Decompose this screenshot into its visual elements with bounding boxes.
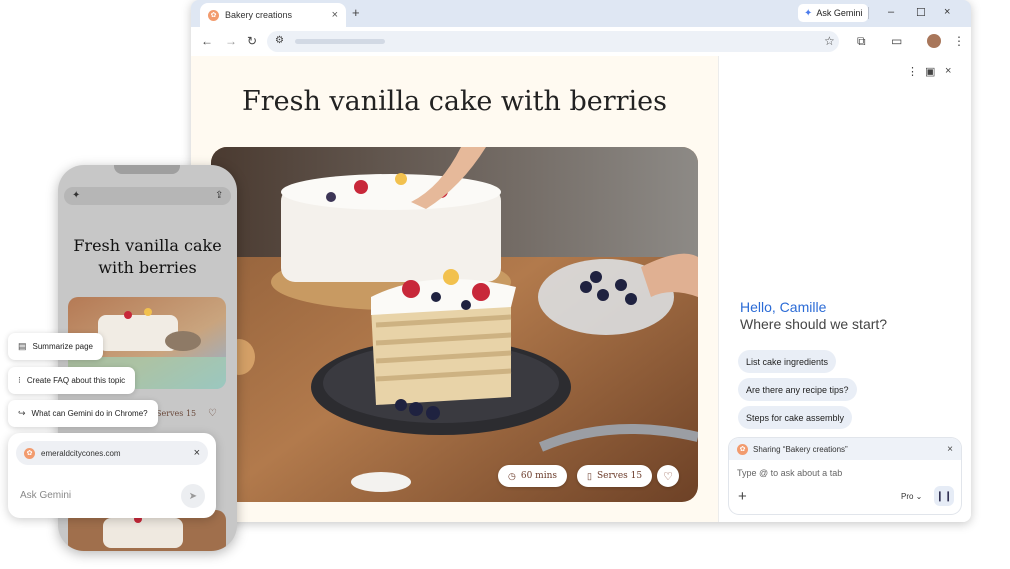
gemini-sparkle-icon: ✦ [804, 7, 813, 19]
gemini-prompt-input[interactable]: Type @ to ask about a tab [737, 468, 842, 478]
forward-arrow-icon[interactable]: → [225, 34, 237, 48]
arrow-reply-icon: ↪ [18, 408, 26, 418]
phone-notch [114, 165, 180, 174]
profile-avatar[interactable] [927, 34, 941, 48]
bookmark-star-icon[interactable]: ☆ [824, 34, 835, 48]
bakery-favicon-icon: ✿ [737, 443, 748, 455]
sharing-tab-banner: ✿ Sharing “Bakery creations” × [729, 438, 961, 460]
phone-page-title: Fresh vanilla cake with berries [73, 236, 222, 277]
summarize-icon: ▤ [18, 341, 27, 351]
chrome-menu-icon[interactable]: ⋮ [953, 34, 965, 48]
maximize-icon[interactable]: ☐ [916, 6, 926, 19]
cast-icon[interactable]: ▭ [891, 34, 902, 48]
model-mode-dropdown[interactable]: Pro ⌄ [901, 492, 922, 501]
new-tab-plus-icon[interactable]: + [352, 5, 360, 20]
cake-photo-illustration [211, 147, 698, 502]
side-panel-dock-icon[interactable]: ▣ [925, 65, 935, 78]
page-title: Fresh vanilla cake with berries [241, 86, 668, 117]
sharing-label: Sharing “Bakery creations” [753, 444, 848, 454]
minimize-icon[interactable]: – [888, 6, 894, 18]
extensions-icon[interactable]: ⧉ [857, 34, 866, 49]
servings-icon: ▯ [587, 470, 592, 481]
phone-serves-label: Serves 15 [156, 409, 197, 418]
suggestion-chip-ingredients[interactable]: List cake ingredients [738, 350, 837, 373]
serves-pill: ▯ Serves 15 [577, 465, 653, 487]
site-favicon-icon: ✿ [24, 447, 35, 459]
clock-icon: ◷ [508, 470, 516, 481]
time-pill: ◷ 60 mins [498, 465, 567, 487]
add-attachment-plus-icon[interactable]: + [738, 488, 747, 505]
serves-label: Serves 15 [596, 471, 643, 481]
ask-gemini-input[interactable]: Ask Gemini [20, 490, 71, 501]
suggestion-chip-recipe-tips[interactable]: Are there any recipe tips? [738, 378, 857, 401]
address-bar[interactable]: ⚙ ☆ [267, 31, 839, 52]
context-url-chip: ✿ emeraldcitycones.com × [16, 441, 208, 465]
ask-gemini-card: ✿ emeraldcitycones.com × Ask Gemini ➤ [8, 433, 216, 518]
ask-gemini-label: Ask Gemini [816, 8, 863, 18]
side-panel-menu-icon[interactable]: ⋮ [907, 65, 918, 78]
tab-strip: ✿ Bakery creations × + ✦ Ask Gemini – ☐ … [191, 0, 971, 27]
back-arrow-icon[interactable]: ← [201, 34, 213, 48]
gemini-side-panel: ⋮ ▣ × Hello, Camille Where should we sta… [718, 56, 971, 522]
phone-heart-icon[interactable]: ♡ [208, 408, 217, 419]
tab-bakery-creations[interactable]: ✿ Bakery creations × [200, 3, 346, 27]
browser-toolbar: ← → ↻ ⚙ ☆ ⧉ ▭ ⋮ [191, 27, 971, 56]
summarize-label: Summarize page [32, 342, 93, 351]
browser-window: ✿ Bakery creations × + ✦ Ask Gemini – ☐ … [191, 0, 971, 522]
window-close-icon[interactable]: × [944, 6, 950, 18]
faq-icon: ⁝ [18, 375, 21, 385]
gemini-chrome-label: What can Gemini do in Chrome? [31, 409, 148, 418]
recipe-page: Fresh vanilla cake with berries ◷ 60 min… [191, 56, 718, 522]
gemini-chrome-chip[interactable]: ↪ What can Gemini do in Chrome? [8, 400, 158, 427]
stop-sharing-close-icon[interactable]: × [947, 444, 953, 455]
site-settings-icon[interactable]: ⚙ [275, 35, 284, 46]
create-faq-label: Create FAQ about this topic [26, 376, 126, 385]
suggestion-chip-assembly[interactable]: Steps for cake assembly [738, 406, 853, 429]
phone-top-bar: ✦ ⇪ [64, 187, 231, 205]
greeting-prompt: Where should we start? [740, 316, 888, 332]
time-label: 60 mins [520, 471, 557, 481]
tab-close-icon[interactable]: × [332, 9, 338, 21]
phone-gemini-sparkle-icon[interactable]: ✦ [72, 190, 80, 201]
browser-content: Fresh vanilla cake with berries ◷ 60 min… [191, 56, 971, 522]
send-arrow-icon[interactable]: ➤ [181, 484, 205, 508]
bakery-favicon-icon: ✿ [208, 9, 219, 21]
summarize-page-chip[interactable]: ▤ Summarize page [8, 333, 103, 360]
side-panel-close-icon[interactable]: × [945, 65, 951, 77]
remove-context-close-icon[interactable]: × [194, 447, 200, 459]
voice-input-icon[interactable]: ❙❙ [934, 486, 954, 506]
phone-share-icon[interactable]: ⇪ [215, 190, 223, 201]
tab-title: Bakery creations [225, 10, 293, 20]
ask-gemini-button[interactable]: ✦ Ask Gemini [798, 4, 869, 22]
favorite-heart-icon[interactable]: ♡ [657, 465, 679, 487]
tabbar-divider [868, 7, 869, 19]
reload-icon[interactable]: ↻ [247, 34, 257, 48]
prompt-composer: ✿ Sharing “Bakery creations” × Type @ to… [729, 438, 961, 514]
address-url-placeholder [295, 39, 385, 44]
create-faq-chip[interactable]: ⁝ Create FAQ about this topic [8, 367, 136, 394]
greeting-name: Hello, Camille [740, 299, 827, 315]
cake-photo [211, 147, 698, 502]
context-url-label: emeraldcitycones.com [41, 448, 121, 458]
